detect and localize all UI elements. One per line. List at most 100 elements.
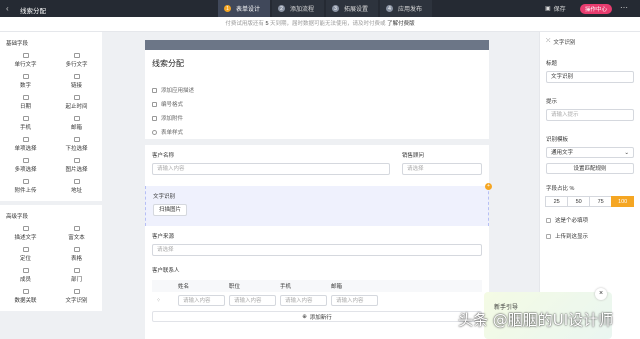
drag-handle-icon[interactable]: ⁘: [156, 297, 178, 304]
width-option-25[interactable]: 25: [545, 196, 568, 207]
basic-field-item[interactable]: 手机: [0, 113, 51, 134]
step-publish[interactable]: 4 应用发布: [380, 0, 433, 17]
phone-cell-input[interactable]: 请输入内容: [280, 294, 327, 306]
add-attachment-option[interactable]: 添加附件: [152, 111, 482, 125]
field-item-label: 文字识别: [65, 298, 88, 304]
step-label: 表单设计: [236, 7, 261, 13]
advanced-field-item[interactable]: 数据关联: [0, 286, 51, 307]
more-icon[interactable]: ⋯: [620, 3, 628, 12]
step-extend-settings[interactable]: 3 拓展设置: [326, 0, 379, 17]
advanced-field-item[interactable]: 表格: [51, 244, 102, 265]
field-type-icon: [22, 53, 29, 58]
sales-advisor-field[interactable]: 销售顾问 请选择: [402, 151, 482, 180]
watermark: 头条 @胭胭的UI设计师: [458, 311, 614, 329]
upload-display-checkbox[interactable]: 上传到这显示: [546, 232, 634, 240]
step-number: 4: [386, 5, 394, 12]
field-type-icon: [73, 74, 80, 79]
ocr-field-selected[interactable]: 文字识别 扫描图片: [145, 186, 489, 226]
width-option-50[interactable]: 50: [567, 196, 590, 207]
field-type-icon: [22, 74, 29, 79]
basic-field-item[interactable]: 下拉选择: [51, 134, 102, 155]
field-item-label: 部门: [70, 277, 82, 283]
customer-source-select[interactable]: 请选择: [152, 244, 482, 256]
option-label: 添加附件: [161, 116, 184, 122]
field-palette: 基础字段 单行文字 多行文字 数字 链接 日期 起止时间 手机 邮箱 单项选择 下拉选择 多项选择 图…: [0, 32, 102, 339]
ocr-icon: ⤫: [546, 38, 551, 44]
field-type-icon: [73, 95, 80, 100]
scan-image-button[interactable]: 扫描图片: [153, 204, 188, 216]
name-cell-input[interactable]: 请输入内容: [178, 294, 225, 306]
customer-source-field[interactable]: 客户来源 请选择: [145, 226, 489, 260]
customer-name-input[interactable]: 请输入内容: [152, 163, 390, 175]
add-row-button[interactable]: ⊕ 添加新行: [152, 311, 482, 322]
width-option-75[interactable]: 75: [589, 196, 612, 207]
field-label: 文字识别: [153, 194, 176, 200]
field-type-icon: [73, 226, 80, 231]
hint-input[interactable]: 请输入提示: [546, 109, 634, 121]
field-item-label: 富文本: [68, 235, 85, 241]
step-add-process[interactable]: 2 添加流程: [272, 0, 325, 17]
advanced-field-item[interactable]: 部门: [51, 265, 102, 286]
basic-field-item[interactable]: 多行文字: [51, 50, 102, 71]
notice-link[interactable]: 了解付费版: [387, 21, 415, 27]
table-row: ⁘ 请输入内容 请输入内容 请输入内容 请输入内容: [152, 292, 482, 308]
basic-field-item[interactable]: 单行文字: [0, 50, 51, 71]
field-item-label: 多行文字: [65, 62, 88, 68]
field-item-label: 地址: [70, 188, 82, 194]
basic-field-item[interactable]: 链接: [51, 71, 102, 92]
copy-icon[interactable]: +: [485, 183, 492, 190]
basic-field-item[interactable]: 附件上传: [0, 176, 51, 197]
field-type-icon: [22, 137, 29, 142]
contacts-table-field[interactable]: 客户联系人 姓名 职位 手机 邮箱 ⁘ 请输入内容 请输入内容 请输入内容 请输…: [145, 260, 489, 328]
step-form-design[interactable]: 1 表单设计: [218, 0, 271, 17]
back-icon[interactable]: ‹: [6, 4, 9, 13]
email-cell-input[interactable]: 请输入内容: [331, 294, 378, 306]
title-input[interactable]: 文字识别: [546, 71, 634, 83]
save-icon: ▣: [545, 6, 551, 12]
field-item-label: 表格: [70, 256, 82, 262]
customer-name-field[interactable]: 客户名称 请输入内容: [152, 151, 390, 180]
field-type-icon: [22, 95, 29, 100]
save-button[interactable]: ▣ 保存: [545, 4, 566, 13]
field-item-label: 数据关联: [14, 298, 37, 304]
basic-field-item[interactable]: 日期: [0, 92, 51, 113]
advanced-field-item[interactable]: 文字识别: [51, 286, 102, 307]
upgrade-button[interactable]: 操作中心: [580, 4, 612, 14]
required-checkbox[interactable]: 这是个必填项: [546, 216, 634, 224]
number-format-option[interactable]: 编号格式: [152, 97, 482, 111]
sales-advisor-select[interactable]: 请选择: [402, 163, 482, 175]
basic-field-item[interactable]: 地址: [51, 176, 102, 197]
field-type-icon: [73, 268, 80, 273]
advanced-field-item[interactable]: 定位: [0, 244, 51, 265]
basic-field-item[interactable]: 邮箱: [51, 113, 102, 134]
field-label: 客户联系人: [152, 268, 180, 274]
hint-label: 提示: [546, 99, 558, 105]
field-item-label: 起止时间: [65, 104, 88, 110]
template-select[interactable]: 通用文字 ⌄: [546, 147, 634, 158]
width-segmented-control: 25 50 75 100: [545, 196, 634, 207]
field-label: 客户来源: [152, 234, 175, 240]
basic-field-item[interactable]: 多项选择: [0, 155, 51, 176]
option-label: 编号格式: [161, 102, 184, 108]
basic-field-item[interactable]: 图片选择: [51, 155, 102, 176]
advanced-field-item[interactable]: 成员: [0, 265, 51, 286]
form-style-option[interactable]: 表单样式: [152, 125, 482, 139]
field-type-icon: [22, 158, 29, 163]
form-title[interactable]: 线索分配: [145, 50, 489, 83]
notice-text: 付费试用版还有: [225, 21, 264, 27]
basic-field-item[interactable]: 单项选择: [0, 134, 51, 155]
basic-field-item[interactable]: 起止时间: [51, 92, 102, 113]
width-option-100[interactable]: 100: [611, 196, 634, 207]
field-type-icon: [73, 158, 80, 163]
advanced-field-item[interactable]: 富文本: [51, 223, 102, 244]
advanced-field-item[interactable]: 描述文字: [0, 223, 51, 244]
save-label: 保存: [553, 7, 566, 13]
field-type-icon: [73, 179, 80, 184]
field-item-label: 邮箱: [70, 125, 82, 131]
step-label: 拓展设置: [344, 7, 369, 13]
basic-field-item[interactable]: 数字: [0, 71, 51, 92]
close-icon[interactable]: ×: [595, 288, 607, 300]
config-rules-button[interactable]: 设置匹配规则: [546, 163, 634, 174]
position-cell-input[interactable]: 请输入内容: [229, 294, 276, 306]
add-description-option[interactable]: 添加应用描述: [152, 83, 482, 97]
